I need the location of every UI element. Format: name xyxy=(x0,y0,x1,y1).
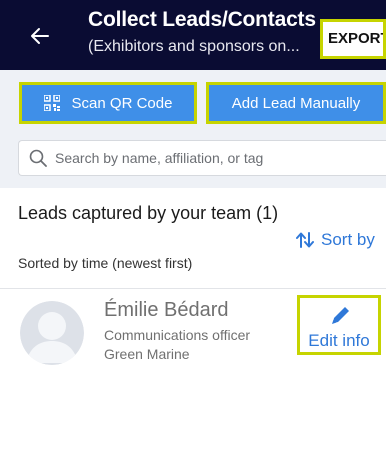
sort-by-button[interactable]: Sort by xyxy=(296,230,375,250)
search-icon xyxy=(29,149,47,167)
scan-qr-code-button[interactable]: Scan QR Code xyxy=(19,82,197,124)
add-lead-manually-button[interactable]: Add Lead Manually xyxy=(206,82,386,124)
list-item[interactable]: Émilie Bédard Communications officer Gre… xyxy=(0,289,386,369)
action-bar: Scan QR Code Add Lead Manually xyxy=(0,70,386,132)
export-button[interactable]: EXPORT xyxy=(320,19,386,59)
lead-organization: Green Marine xyxy=(104,346,190,362)
leads-section-title: Leads captured by your team (1) xyxy=(18,203,279,223)
search-input[interactable] xyxy=(55,141,375,175)
lead-name: Émilie Bédard xyxy=(104,299,229,321)
edit-info-button[interactable]: Edit info xyxy=(297,295,381,355)
edit-info-label: Edit info xyxy=(308,331,370,350)
app-header: Collect Leads/Contacts (Exhibitors and s… xyxy=(0,0,386,70)
search-box xyxy=(18,140,386,176)
page-title: Collect Leads/Contacts xyxy=(88,8,316,31)
qr-code-icon xyxy=(43,95,60,111)
sort-arrows-icon xyxy=(296,232,314,248)
back-arrow-icon[interactable] xyxy=(30,26,50,46)
sort-order-note: Sorted by time (newest first) xyxy=(18,255,193,271)
pencil-icon xyxy=(332,307,349,324)
leads-section-header: Leads captured by your team (1) Sort by … xyxy=(0,188,386,288)
page-subtitle: (Exhibitors and sponsors on... xyxy=(88,38,300,55)
scan-qr-code-label: Scan QR Code xyxy=(71,94,173,112)
sort-by-label: Sort by xyxy=(321,230,375,249)
add-lead-manually-label: Add Lead Manually xyxy=(231,94,361,112)
lead-role: Communications officer xyxy=(104,327,251,343)
avatar-placeholder-icon xyxy=(20,301,84,365)
search-bar xyxy=(0,132,386,188)
avatar xyxy=(20,301,84,365)
